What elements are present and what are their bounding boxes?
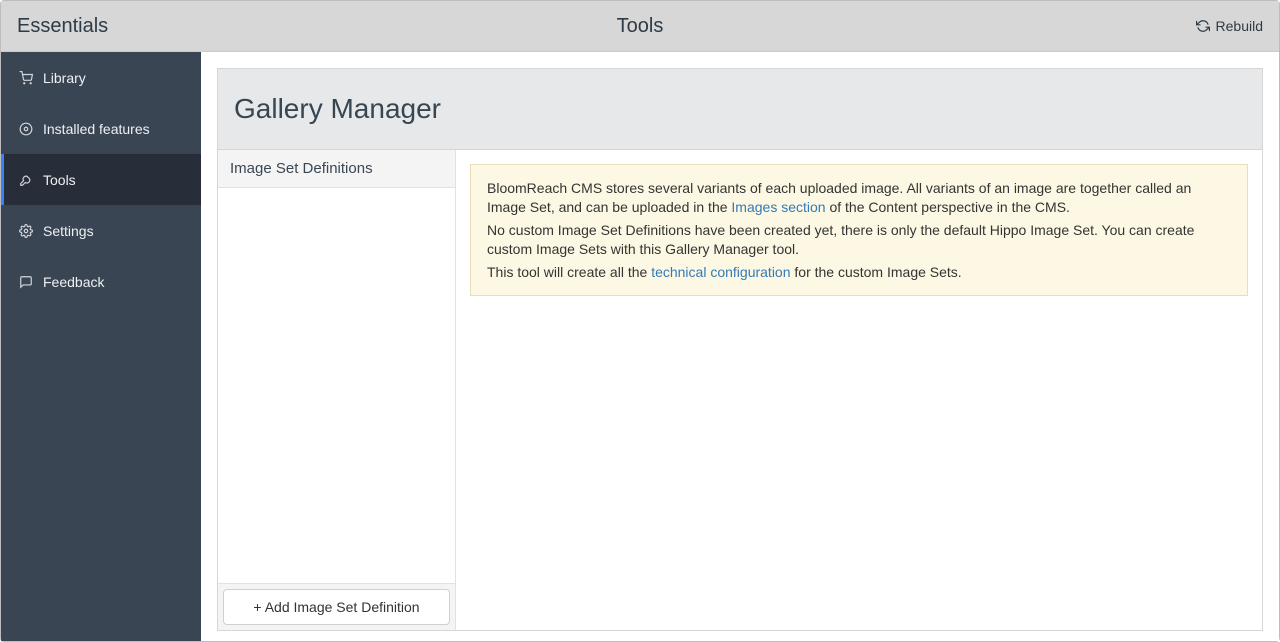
cart-icon xyxy=(19,71,33,85)
wrench-icon xyxy=(19,173,33,187)
images-section-link[interactable]: Images section xyxy=(731,199,825,215)
gear-icon xyxy=(19,224,33,238)
sidebar-item-installed-features[interactable]: Installed features xyxy=(1,103,201,154)
definitions-header: Image Set Definitions xyxy=(218,150,455,188)
section-title: Tools xyxy=(617,15,664,38)
panel-title: Gallery Manager xyxy=(234,93,1246,125)
sidebar-item-settings[interactable]: Settings xyxy=(1,205,201,256)
info-notice: BloomReach CMS stores several variants o… xyxy=(470,164,1248,296)
notice-paragraph-3: This tool will create all the technical … xyxy=(487,263,1231,282)
refresh-icon xyxy=(1196,19,1210,33)
technical-configuration-link[interactable]: technical configuration xyxy=(651,264,790,280)
sidebar-item-label: Library xyxy=(43,70,86,86)
disc-icon xyxy=(19,122,33,136)
sidebar-item-library[interactable]: Library xyxy=(1,52,201,103)
rebuild-label: Rebuild xyxy=(1216,18,1263,34)
definitions-footer: + Add Image Set Definition xyxy=(218,583,455,630)
notice-paragraph-2: No custom Image Set Definitions have bee… xyxy=(487,221,1231,259)
panel-header: Gallery Manager xyxy=(218,69,1262,150)
add-image-set-button[interactable]: + Add Image Set Definition xyxy=(223,589,450,625)
gallery-manager-panel: Gallery Manager Image Set Definitions + … xyxy=(217,68,1263,631)
notice-paragraph-1: BloomReach CMS stores several variants o… xyxy=(487,179,1231,217)
sidebar-item-label: Tools xyxy=(43,172,76,188)
sidebar-item-label: Feedback xyxy=(43,274,104,290)
rebuild-button[interactable]: Rebuild xyxy=(1196,18,1263,34)
definitions-list xyxy=(218,188,455,583)
main-content: Gallery Manager Image Set Definitions + … xyxy=(201,52,1279,641)
chat-icon xyxy=(19,275,33,289)
app-title: Essentials xyxy=(17,15,108,38)
sidebar: Library Installed features Tools Setting… xyxy=(1,52,201,641)
details-column: BloomReach CMS stores several variants o… xyxy=(456,150,1262,630)
sidebar-item-label: Installed features xyxy=(43,121,150,137)
top-bar: Essentials Tools Rebuild xyxy=(1,1,1279,52)
sidebar-item-feedback[interactable]: Feedback xyxy=(1,256,201,307)
sidebar-item-tools[interactable]: Tools xyxy=(1,154,201,205)
definitions-column: Image Set Definitions + Add Image Set De… xyxy=(218,150,456,630)
sidebar-item-label: Settings xyxy=(43,223,94,239)
